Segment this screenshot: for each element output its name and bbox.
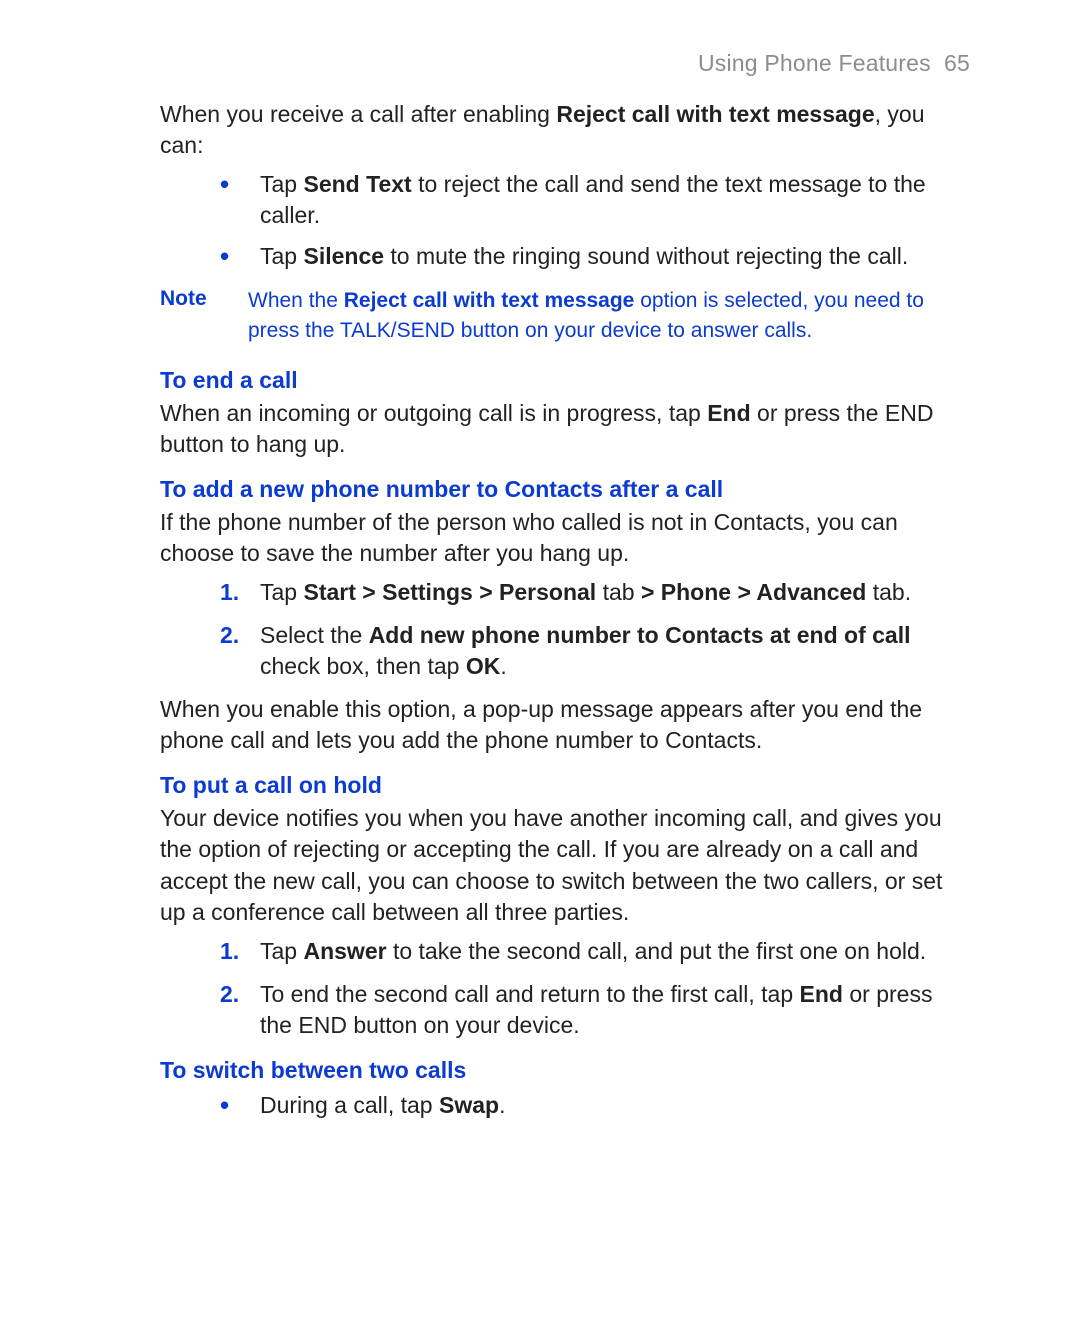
list-item: Tap Answer to take the second call, and … <box>260 936 970 967</box>
page-header: Using Phone Features 65 <box>160 50 970 77</box>
list-item: Tap Send Text to reject the call and sen… <box>260 169 970 231</box>
note-text: When the Reject call with text message o… <box>248 286 970 345</box>
list-item: Select the Add new phone number to Conta… <box>260 620 970 682</box>
hold-intro: Your device notifies you when you have a… <box>160 803 970 927</box>
add-contact-steps: Tap Start > Settings > Personal tab > Ph… <box>160 577 970 682</box>
add-contact-intro: If the phone number of the person who ca… <box>160 507 970 569</box>
heading-end-call: To end a call <box>160 367 970 394</box>
manual-page: Using Phone Features 65 When you receive… <box>0 0 1080 1327</box>
list-item: Tap Start > Settings > Personal tab > Ph… <box>260 577 970 608</box>
intro-bullets: Tap Send Text to reject the call and sen… <box>160 169 970 272</box>
add-contact-after: When you enable this option, a pop-up me… <box>160 694 970 756</box>
list-item: Tap Silence to mute the ringing sound wi… <box>260 241 970 272</box>
note-label: Note <box>160 286 220 345</box>
list-item: During a call, tap Swap. <box>260 1090 970 1121</box>
end-call-text: When an incoming or outgoing call is in … <box>160 398 970 460</box>
note-block: Note When the Reject call with text mess… <box>160 286 970 345</box>
list-item: To end the second call and return to the… <box>260 979 970 1041</box>
switch-bullets: During a call, tap Swap. <box>160 1090 970 1121</box>
intro-paragraph: When you receive a call after enabling R… <box>160 99 970 161</box>
heading-switch: To switch between two calls <box>160 1057 970 1084</box>
heading-hold: To put a call on hold <box>160 772 970 799</box>
page-number: 65 <box>944 50 970 76</box>
section-title: Using Phone Features <box>698 50 931 76</box>
hold-steps: Tap Answer to take the second call, and … <box>160 936 970 1041</box>
heading-add-contact: To add a new phone number to Contacts af… <box>160 476 970 503</box>
